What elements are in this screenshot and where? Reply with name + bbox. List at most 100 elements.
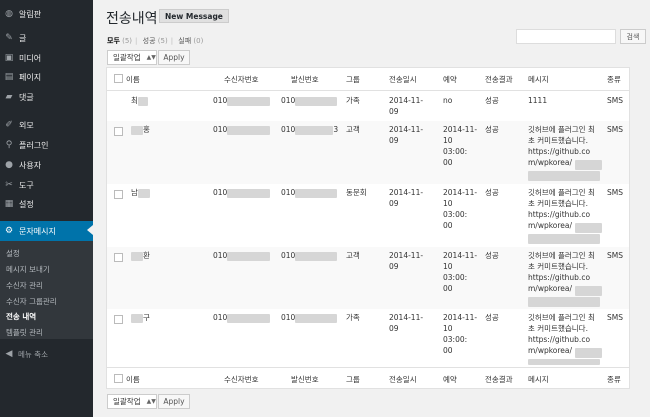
submenu-item-groups[interactable]: 수신자 그룹관리 [6, 296, 57, 307]
group-cell: 고객 [346, 251, 360, 260]
submenu-item-settings[interactable]: 설정 [6, 248, 20, 259]
row-checkbox[interactable] [114, 253, 123, 262]
row-checkbox[interactable] [114, 315, 123, 324]
to-cell: 010 [213, 95, 271, 106]
redacted-block [575, 160, 602, 170]
redacted-block [528, 171, 600, 181]
col-message[interactable]: 메시지 [528, 74, 549, 85]
apply-button-top[interactable]: Apply [158, 50, 190, 65]
sidebar-item-settings[interactable]: ▦ 설정 [0, 195, 93, 213]
settings-icon: ▦ [4, 199, 14, 209]
table-row: 최 010 010 가족 2014-11- 09 no 성공 1111 SMS [107, 91, 629, 121]
date-cell: 2014-11- 09 [389, 96, 424, 116]
col-reserve[interactable]: 예약 [443, 374, 457, 385]
col-group[interactable]: 그룹 [346, 74, 360, 85]
filter-all[interactable]: 모두 [107, 37, 120, 45]
sidebar-item-tools[interactable]: ✂ 도구 [0, 176, 93, 194]
col-result[interactable]: 전송결과 [485, 74, 513, 85]
col-to[interactable]: 수신자번호 [224, 374, 259, 385]
group-cell: 가족 [346, 313, 360, 322]
col-result[interactable]: 전송결과 [485, 374, 513, 385]
page-title: 전송내역 [106, 11, 158, 27]
select-arrows-icon: ▲▼ [146, 398, 156, 405]
from-cell: 010 [281, 250, 338, 261]
collapse-icon: ◀ [5, 349, 13, 359]
name-cell: 환 [131, 250, 150, 261]
submenu-item-recipients[interactable]: 수신자 관리 [6, 280, 43, 291]
sidebar-item-plugins[interactable]: ⚲ 플러그인 [0, 136, 93, 154]
name-cell: 남 [131, 187, 150, 198]
message-cell: 1111 [528, 96, 548, 105]
col-date[interactable]: 전송일시 [389, 374, 417, 385]
redacted-block [575, 223, 602, 233]
dashboard-icon: ◍ [5, 9, 13, 19]
reserve-cell: 2014-11- 10 03:00: 00 [443, 313, 478, 355]
col-name[interactable]: 이름 [126, 374, 140, 385]
filter-fail[interactable]: 실패 [178, 37, 191, 45]
page-icon: ▤ [4, 72, 14, 82]
redacted-block [575, 348, 602, 358]
table-row: 남 010 010 동문회 2014-11- 09 2014-11- 10 03… [107, 184, 629, 247]
col-date[interactable]: 전송일시 [389, 74, 417, 85]
sidebar-item-posts[interactable]: ✎ 글 [0, 29, 93, 47]
group-cell: 동문회 [346, 188, 367, 197]
col-name[interactable]: 이름 [126, 74, 140, 85]
result-cell: 성공 [485, 96, 499, 105]
date-cell: 2014-11- 09 [389, 251, 424, 271]
to-cell: 010 [213, 187, 271, 198]
redacted-block [528, 297, 600, 307]
sidebar-item-appearance[interactable]: ✐ 외모 [0, 116, 93, 134]
media-icon: ▣ [4, 53, 14, 63]
submenu-item-templates[interactable]: 템플릿 관리 [6, 327, 43, 338]
from-cell: 010 [281, 187, 338, 198]
col-type[interactable]: 종류 [607, 374, 621, 385]
search-button[interactable]: 검색 [620, 29, 646, 44]
sidebar-item-media[interactable]: ▣ 미디어 [0, 49, 93, 67]
col-reserve[interactable]: 예약 [443, 74, 457, 85]
name-cell: 최 [131, 95, 148, 106]
pin-icon: ✎ [5, 33, 13, 43]
result-cell: 성공 [485, 251, 499, 260]
col-from[interactable]: 발신번호 [291, 74, 319, 85]
sidebar-item-users[interactable]: ● 사용자 [0, 156, 93, 174]
col-group[interactable]: 그룹 [346, 374, 360, 385]
date-cell: 2014-11- 09 [389, 188, 424, 208]
comment-icon: ▰ [5, 92, 13, 102]
bulk-action-select-bottom[interactable]: 일괄작업 ▲▼ [107, 394, 157, 409]
col-to[interactable]: 수신자번호 [224, 74, 259, 85]
table-row: 환 010 010 고객 2014-11- 09 2014-11- 10 03:… [107, 247, 629, 309]
admin-sidebar: ◍ 알림판 ✎ 글 ▣ 미디어 ▤ 페이지 ▰ 댓글 ✐ 외모 ⚲ 플러그인 ● 사용자 ✂ 도구… [0, 0, 93, 417]
sidebar-item-dashboard[interactable]: ◍ 알림판 [0, 5, 93, 23]
sidebar-item-comments[interactable]: ▰ 댓글 [0, 88, 93, 106]
row-checkbox[interactable] [114, 127, 123, 136]
collapse-menu-button[interactable]: ◀ 메뉴 축소 [0, 347, 93, 361]
submenu-item-send[interactable]: 메시지 보내기 [6, 264, 50, 275]
redacted-block [528, 359, 600, 365]
select-all-checkbox[interactable] [114, 74, 123, 83]
col-type[interactable]: 종류 [607, 74, 621, 85]
sidebar-item-pages[interactable]: ▤ 페이지 [0, 68, 93, 86]
select-all-checkbox-bottom[interactable] [114, 374, 123, 383]
redacted-block [528, 234, 600, 244]
col-from[interactable]: 발신번호 [291, 374, 319, 385]
reserve-cell: 2014-11- 10 03:00: 00 [443, 125, 478, 167]
col-message[interactable]: 메시지 [528, 374, 549, 385]
search-input[interactable] [516, 29, 616, 44]
brush-icon: ✐ [5, 120, 13, 130]
table-footer: 이름 수신자번호 발신번호 그룹 전송일시 예약 전송결과 메시지 종류 [107, 367, 629, 389]
gear-icon: ⚙ [4, 226, 14, 236]
apply-button-bottom[interactable]: Apply [158, 394, 190, 409]
sidebar-item-sms[interactable]: ⚙ 문자메시지 [0, 221, 93, 241]
to-cell: 010 [213, 312, 271, 323]
row-checkbox[interactable] [114, 190, 123, 199]
submenu-item-history[interactable]: 전송 내역 [6, 311, 36, 322]
group-cell: 고객 [346, 125, 360, 134]
type-cell: SMS [607, 188, 623, 197]
bulk-action-select-top[interactable]: 일괄작업 ▲▼ [107, 50, 157, 65]
type-cell: SMS [607, 251, 623, 260]
table-header: 이름 수신자번호 발신번호 그룹 전송일시 예약 전송결과 메시지 종류 [107, 68, 629, 91]
new-message-button[interactable]: New Message [159, 9, 229, 23]
select-arrows-icon: ▲▼ [146, 54, 156, 61]
filter-success[interactable]: 성공 [143, 37, 156, 45]
to-cell: 010 [213, 250, 271, 261]
